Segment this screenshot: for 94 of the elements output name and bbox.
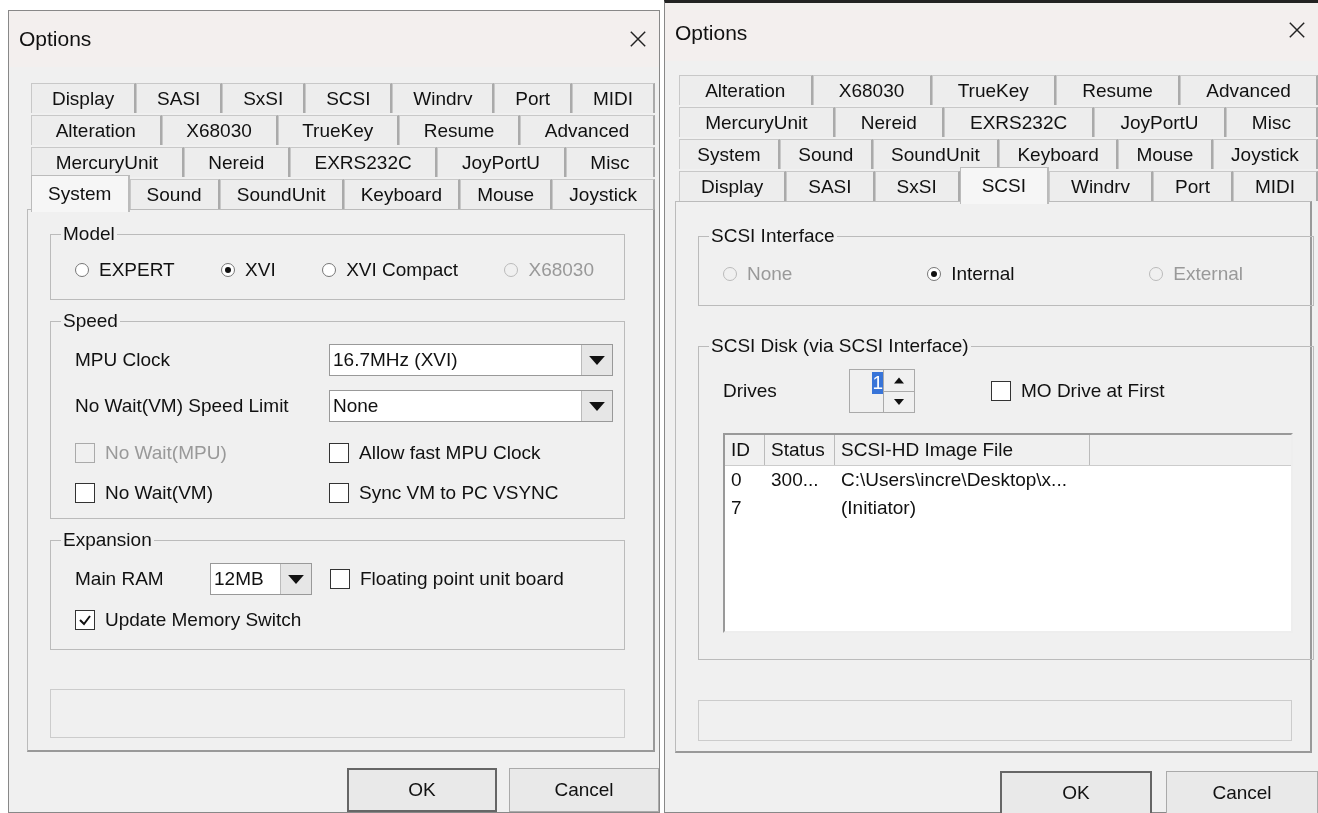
table-cell: 300... <box>771 469 819 490</box>
field-label: Main RAM <box>75 568 165 590</box>
tab[interactable]: JoyPortU <box>437 147 566 177</box>
dropdown-arrow-icon[interactable] <box>589 401 605 411</box>
tab[interactable]: System <box>31 175 130 212</box>
tab[interactable]: X68030 <box>812 75 932 105</box>
dropdown[interactable]: None <box>329 390 613 422</box>
tab[interactable]: SCSI <box>305 83 393 113</box>
tab[interactable]: Windrv <box>392 83 495 113</box>
dialog-button[interactable]: OK <box>1000 771 1152 813</box>
tab[interactable]: SCSI <box>959 167 1049 204</box>
table-cell: C:\Users\incre\Desktop\x... <box>841 469 1067 490</box>
tab[interactable]: SxSI <box>222 83 306 113</box>
close-icon[interactable] <box>629 30 647 48</box>
tab[interactable]: MercuryUnit <box>31 147 184 177</box>
tab[interactable]: Mouse <box>460 179 553 209</box>
tab[interactable]: Sound <box>780 139 873 169</box>
checkbox-option[interactable]: Sync VM to PC VSYNC <box>329 482 614 504</box>
tab[interactable]: Port <box>494 83 573 113</box>
number-spinner[interactable]: 1 <box>849 369 915 413</box>
radio-icon[interactable] <box>75 263 89 277</box>
tab[interactable]: SASI <box>136 83 223 113</box>
tab[interactable]: EXRS232C <box>289 147 438 177</box>
tab[interactable]: Resume <box>399 115 521 145</box>
column-header[interactable]: Status <box>765 435 835 465</box>
tab[interactable]: SoundUnit <box>872 139 1000 169</box>
tab[interactable]: JoyPortU <box>1094 107 1226 137</box>
tab[interactable]: Sound <box>129 179 220 209</box>
checkbox[interactable] <box>991 381 1011 401</box>
tab[interactable]: Windrv <box>1049 171 1154 201</box>
tab[interactable]: SxSI <box>874 171 960 201</box>
dropdown-arrow-icon[interactable] <box>589 355 605 365</box>
tab[interactable]: Advanced <box>520 115 655 145</box>
checkbox-option[interactable]: No Wait(VM) <box>75 482 329 504</box>
field-label: No Wait(VM) Speed Limit <box>75 395 290 417</box>
field-label: MPU Clock <box>75 349 171 371</box>
dropdown[interactable]: 12MB <box>210 563 312 595</box>
dialog-button[interactable]: OK <box>347 768 497 812</box>
dropdown-arrow-icon[interactable] <box>288 574 304 584</box>
tab[interactable]: MIDI <box>1232 171 1318 201</box>
checkbox-option[interactable]: MO Drive at First <box>991 380 1165 402</box>
tab[interactable]: MIDI <box>572 83 655 113</box>
tab[interactable]: Keyboard <box>999 139 1119 169</box>
checkbox-option[interactable]: Allow fast MPU Clock <box>329 442 614 464</box>
tab[interactable]: MercuryUnit <box>679 107 835 137</box>
tab[interactable]: Keyboard <box>343 179 461 209</box>
tab[interactable]: Display <box>679 171 787 201</box>
close-icon[interactable] <box>1288 21 1306 39</box>
tab[interactable]: Alteration <box>31 115 162 145</box>
radio-option[interactable]: Internal <box>927 263 1015 285</box>
checkmark-icon <box>78 613 92 627</box>
window-title: Options <box>675 21 748 45</box>
checkbox[interactable] <box>75 610 95 630</box>
tab[interactable]: Nereid <box>834 107 944 137</box>
checkbox[interactable] <box>330 569 350 589</box>
window-title: Options <box>19 27 92 51</box>
tab[interactable]: EXRS232C <box>943 107 1095 137</box>
dropdown[interactable]: 16.7MHz (XVI) <box>329 344 613 376</box>
radio-icon[interactable] <box>221 263 236 277</box>
radio-icon[interactable] <box>322 263 337 277</box>
tab[interactable]: Advanced <box>1180 75 1318 105</box>
tab[interactable]: Alteration <box>679 75 813 105</box>
radio-option[interactable]: XVI <box>221 259 276 281</box>
table-cell: 7 <box>731 497 742 518</box>
table-cell: (Initiator) <box>841 497 916 518</box>
checkbox-option[interactable]: Floating point unit board <box>330 568 564 590</box>
tab[interactable]: Nereid <box>183 147 290 177</box>
tab[interactable]: Mouse <box>1118 139 1213 169</box>
checkbox[interactable] <box>329 483 349 503</box>
column-header[interactable]: SCSI-HD Image File <box>835 435 1090 465</box>
tab[interactable]: System <box>679 139 781 169</box>
tab[interactable]: Misc <box>1225 107 1318 137</box>
tab[interactable]: Joystick <box>1212 139 1318 169</box>
tab[interactable]: X68030 <box>161 115 278 145</box>
checkbox[interactable] <box>329 443 349 463</box>
dialog-button[interactable]: Cancel <box>1166 771 1318 813</box>
checkbox-option[interactable]: Update Memory Switch <box>75 609 614 631</box>
tab[interactable]: Display <box>31 83 137 113</box>
table-cell: 0 <box>731 469 742 490</box>
tab[interactable]: TrueKey <box>277 115 399 145</box>
field-label: Drives <box>723 380 778 402</box>
tab[interactable]: Joystick <box>552 179 656 209</box>
radio-icon[interactable] <box>927 267 942 281</box>
radio-option[interactable]: XVI Compact <box>322 259 459 281</box>
radio-option[interactable]: EXPERT <box>75 259 175 281</box>
tab[interactable]: Port <box>1153 171 1233 201</box>
tab[interactable]: TrueKey <box>931 75 1056 105</box>
tab[interactable]: SASI <box>786 171 875 201</box>
tab[interactable]: Misc <box>565 147 655 177</box>
dialog-button[interactable]: Cancel <box>509 768 659 812</box>
checkbox[interactable] <box>75 483 95 503</box>
tab[interactable]: SoundUnit <box>219 179 344 209</box>
tab[interactable]: Resume <box>1056 75 1181 105</box>
column-header[interactable]: ID <box>725 435 765 465</box>
